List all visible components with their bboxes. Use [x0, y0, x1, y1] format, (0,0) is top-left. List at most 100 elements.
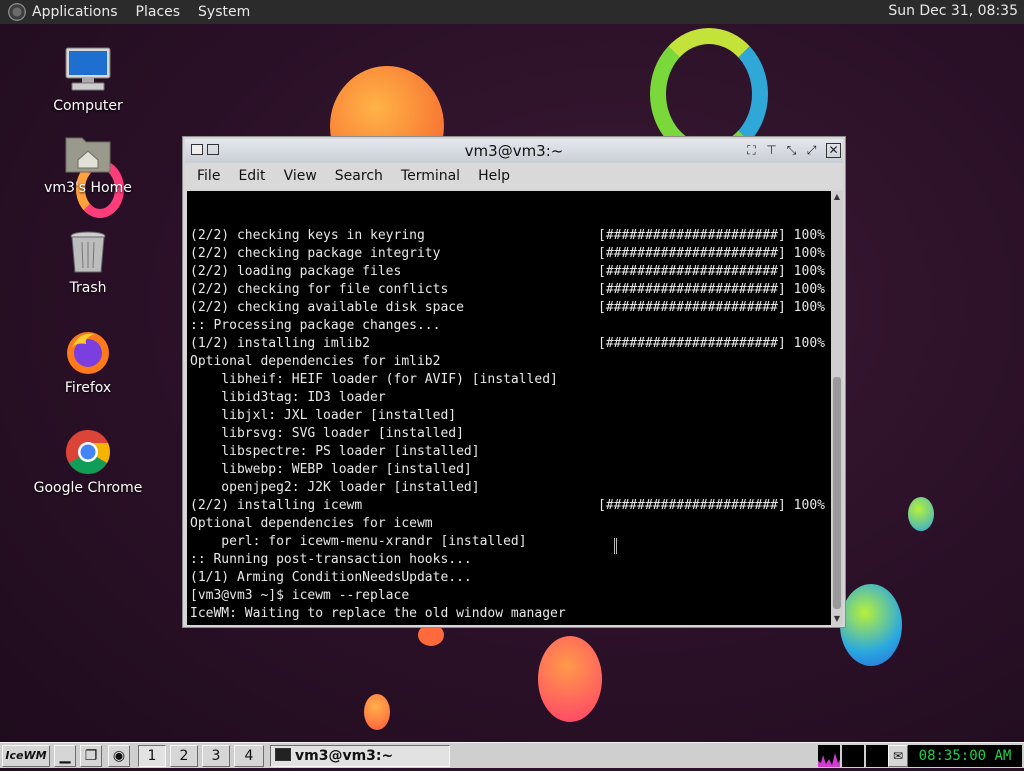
terminal-line-text: libwebp: WEBP loader [installed] — [190, 462, 472, 477]
top-panel: Applications Places System Sun Dec 31, 0… — [0, 0, 1024, 24]
terminal-line-text: perl: for icewm-menu-xrandr [installed] — [190, 534, 527, 549]
terminal-line-text: libid3tag: ID3 loader — [190, 390, 386, 405]
terminal-line: [vm3@vm3 ~]$ icewm --replace — [190, 587, 831, 605]
terminal-line: (2/2) checking available disk space [####… — [190, 299, 831, 317]
memory-monitor-icon[interactable] — [866, 745, 888, 767]
workspace-4-button[interactable]: 4 — [234, 745, 264, 767]
terminal-line: :: Processing package changes... — [190, 317, 831, 335]
terminal-line-text: librsvg: SVG loader [installed] — [190, 426, 464, 441]
close-icon[interactable]: ✕ — [826, 143, 841, 158]
rollup-icon[interactable]: ⊤ — [764, 143, 779, 158]
terminal-line-text: libjxl: JXL loader [installed] — [190, 408, 457, 423]
terminal-line-text: (2/2) loading package files — [190, 264, 402, 279]
terminal-line: librsvg: SVG loader [installed] — [190, 425, 831, 443]
terminal-line: (2/2) checking package integrity [#######… — [190, 245, 831, 263]
desktop-icon-label: Google Chrome — [33, 480, 143, 496]
terminal-line: IceWM: done. — [190, 623, 831, 625]
fullscreen-icon[interactable]: ⛶ — [744, 143, 759, 158]
terminal-scrollbar[interactable]: ▲ ▼ — [831, 191, 843, 625]
icewm-start-button[interactable]: IceWM — [2, 745, 50, 767]
terminal-titlebar[interactable]: vm3@vm3:~ ⛶ ⊤ ⤡ ⤢ ✕ — [185, 139, 843, 163]
terminal-line: openjpeg2: J2K loader [installed] — [190, 479, 831, 497]
terminal-line-text: libheif: HEIF loader (for AVIF) [install… — [190, 372, 558, 387]
scroll-down-icon[interactable]: ▼ — [831, 614, 843, 624]
trash-icon — [64, 228, 112, 276]
terminal-line: (2/2) loading package files [############… — [190, 263, 831, 281]
terminal-line-text: [vm3@vm3 ~]$ icewm --replace — [190, 588, 410, 603]
terminal-line: (1/1) Arming ConditionNeedsUpdate... — [190, 569, 831, 587]
progress-indicator: [######################] 100% — [598, 282, 825, 297]
terminal-line-text: (1/1) Arming ConditionNeedsUpdate... — [190, 570, 472, 585]
applications-menu[interactable]: Applications — [32, 4, 118, 20]
terminal-line-text: :: Processing package changes... — [190, 318, 441, 333]
terminal-line-text: :: Running post-transaction hooks... — [190, 552, 472, 567]
progress-indicator: [######################] 100% — [598, 264, 825, 279]
menu-file[interactable]: File — [197, 168, 220, 184]
network-monitor-icon[interactable] — [842, 745, 864, 767]
workspace-2-button[interactable]: 2 — [170, 745, 198, 767]
task-button-terminal[interactable]: vm3@vm3:~ — [270, 745, 450, 767]
firefox-icon — [64, 328, 112, 376]
terminal-line: libjxl: JXL loader [installed] — [190, 407, 831, 425]
terminal-line: libheif: HEIF loader (for AVIF) [install… — [190, 371, 831, 389]
terminal-line-text: (2/2) checking keys in keyring — [190, 228, 425, 243]
terminal-line: perl: for icewm-menu-xrandr [installed] — [190, 533, 831, 551]
desktop-icon-home[interactable]: vm3's Home — [33, 128, 143, 196]
terminal-line-text: IceWM: Waiting to replace the old window… — [190, 606, 566, 621]
terminal-line-text: (2/2) checking for file conflicts — [190, 282, 449, 297]
panel-clock[interactable]: Sun Dec 31, 08:35 — [888, 3, 1018, 19]
menu-search[interactable]: Search — [335, 168, 383, 184]
terminal-line-text: (1/2) installing imlib2 — [190, 336, 371, 351]
window-list-icon[interactable]: ❐ — [80, 745, 102, 767]
wallpaper-small-blue-ellipse — [908, 497, 934, 531]
wallpaper-orange-ellipse — [538, 636, 602, 722]
terminal-line: libwebp: WEBP loader [installed] — [190, 461, 831, 479]
browser-launcher-icon[interactable]: ◉ — [108, 745, 130, 767]
desktop-icon-label: vm3's Home — [44, 180, 132, 196]
desktop-icon-chrome[interactable]: Google Chrome — [33, 428, 143, 496]
desktop-icon-firefox[interactable]: Firefox — [33, 328, 143, 396]
progress-indicator: [######################] 100% — [598, 246, 825, 261]
terminal-window[interactable]: vm3@vm3:~ ⛶ ⊤ ⤡ ⤢ ✕ File Edit View Searc… — [182, 136, 846, 628]
terminal-line: :: Running post-transaction hooks... — [190, 551, 831, 569]
terminal-line: (2/2) checking for file conflicts [######… — [190, 281, 831, 299]
scrollbar-thumb[interactable] — [833, 377, 841, 609]
terminal-line-text: IceWM: done. — [190, 624, 284, 625]
terminal-line: Optional dependencies for icewm — [190, 515, 831, 533]
menu-view[interactable]: View — [284, 168, 317, 184]
terminal-line: IceWM: Waiting to replace the old window… — [190, 605, 831, 623]
taskbar-clock[interactable]: 08:35:00 AM — [908, 745, 1022, 767]
system-menu[interactable]: System — [198, 4, 250, 20]
mail-icon[interactable]: ✉ — [888, 745, 908, 767]
menu-terminal[interactable]: Terminal — [401, 168, 460, 184]
terminal-line-text: Optional dependencies for imlib2 — [190, 354, 441, 369]
terminal-line-text: (2/2) checking available disk space — [190, 300, 464, 315]
maximize-icon[interactable]: ⤢ — [804, 143, 819, 158]
terminal-line: libspectre: PS loader [installed] — [190, 443, 831, 461]
workspace-1-button[interactable]: 1 — [138, 745, 166, 767]
terminal-line: (2/2) installing icewm [#################… — [190, 497, 831, 515]
menu-edit[interactable]: Edit — [238, 168, 265, 184]
progress-indicator: [######################] 100% — [598, 336, 825, 351]
terminal-line-text: libspectre: PS loader [installed] — [190, 444, 480, 459]
minimize-icon[interactable]: ⤡ — [784, 143, 799, 158]
computer-icon — [64, 46, 112, 94]
cpu-monitor-icon[interactable] — [818, 745, 840, 767]
terminal-line-text: (2/2) installing icewm — [190, 498, 363, 513]
terminal-line: libid3tag: ID3 loader — [190, 389, 831, 407]
desktop-icon-trash[interactable]: Trash — [33, 228, 143, 296]
terminal-line-text: (2/2) checking package integrity — [190, 246, 441, 261]
desktop-icon-label: Trash — [69, 280, 107, 296]
places-menu[interactable]: Places — [136, 4, 181, 20]
distro-logo-icon[interactable] — [8, 3, 26, 21]
terminal-task-icon — [275, 748, 291, 761]
workspace-3-button[interactable]: 3 — [202, 745, 230, 767]
show-desktop-icon[interactable]: ▁ — [54, 745, 76, 767]
terminal-output[interactable]: (2/2) checking keys in keyring [#########… — [187, 191, 831, 625]
scroll-up-icon[interactable]: ▲ — [831, 192, 843, 202]
desktop-icon-computer[interactable]: Computer — [33, 46, 143, 114]
menu-help[interactable]: Help — [478, 168, 510, 184]
terminal-lines: (2/2) checking keys in keyring [#########… — [190, 227, 831, 625]
icewm-taskbar: IceWM ▁ ❐ ◉ 1 2 3 4 vm3@vm3:~ ✉ 08:35:00… — [0, 742, 1024, 768]
terminal-line: (2/2) checking keys in keyring [#########… — [190, 227, 831, 245]
